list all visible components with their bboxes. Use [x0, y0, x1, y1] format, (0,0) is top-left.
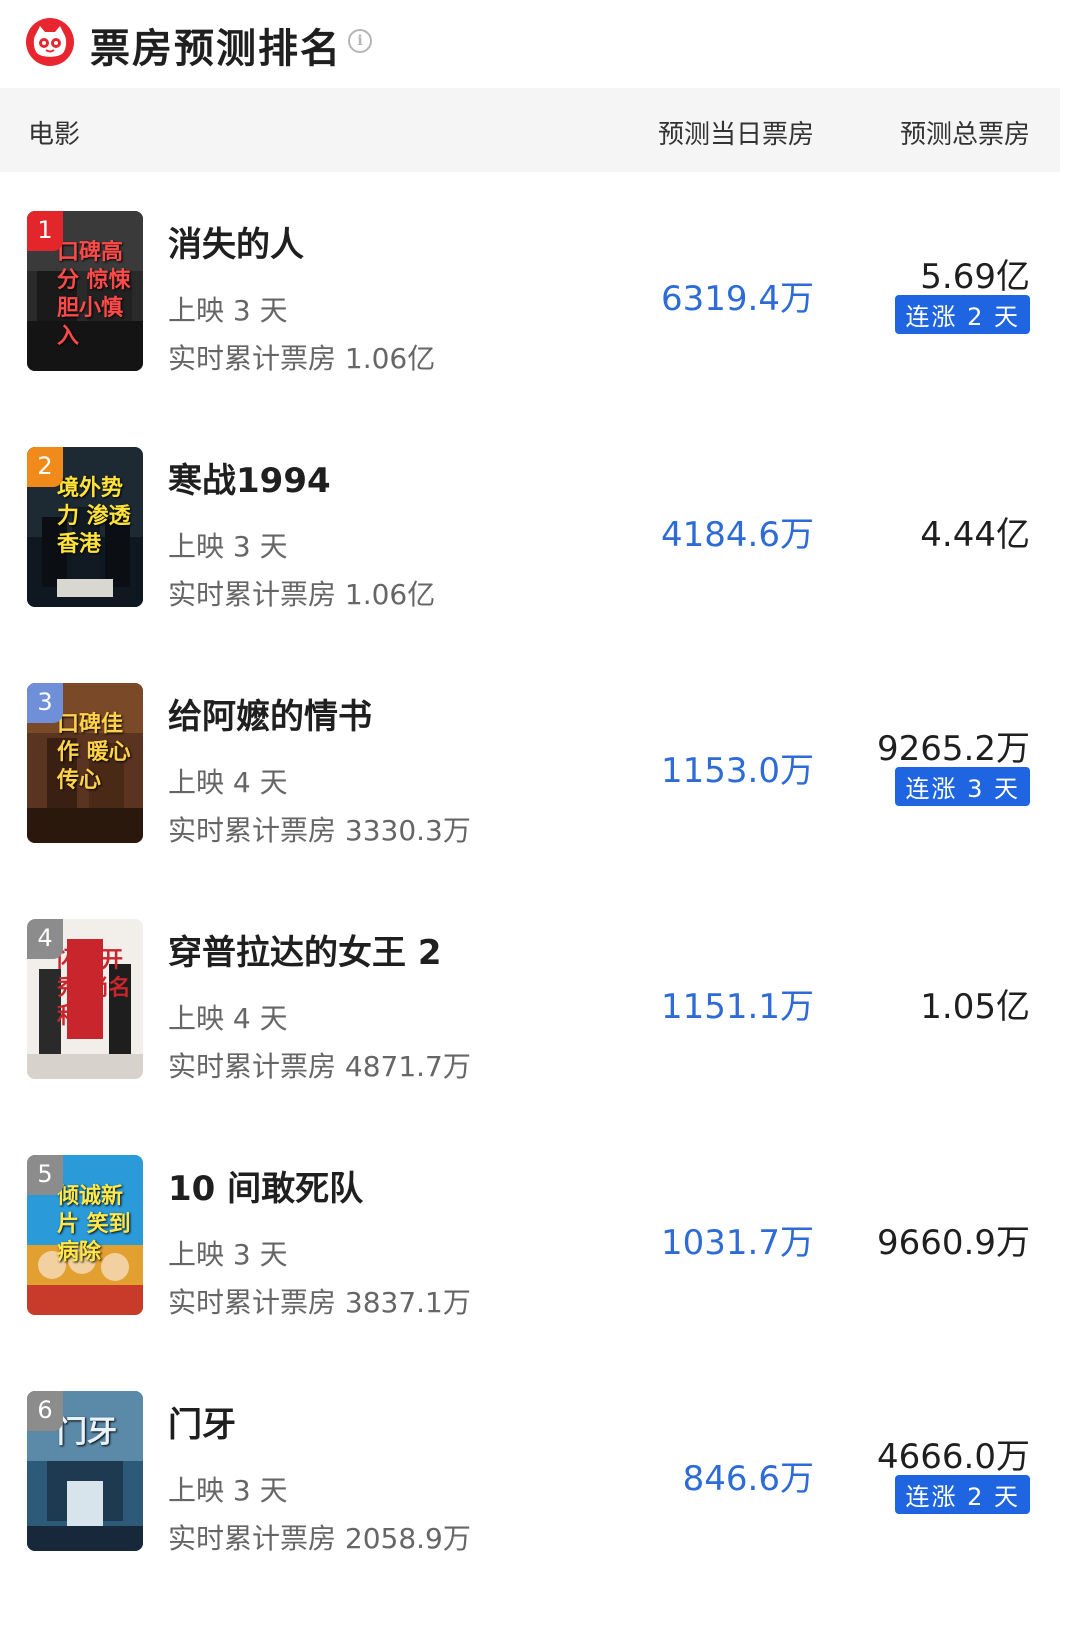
- days-in-release: 上映 3 天: [168, 1238, 288, 1271]
- rank-badge: 5: [27, 1155, 63, 1195]
- rank-badge: 3: [27, 683, 63, 723]
- daily-forecast-value: 1031.7万: [661, 1223, 814, 1263]
- poster-tagline: 倾诚新片 笑到病除: [57, 1184, 131, 1265]
- cat-logo-icon: [26, 18, 74, 66]
- movie-title[interactable]: 寒战1994: [168, 453, 331, 502]
- daily-forecast-value: 6319.4万: [661, 279, 814, 319]
- page-header: 票房预测排名 i: [0, 0, 1080, 88]
- column-header-movie: 电影: [28, 120, 81, 150]
- cumulative-box-office: 实时累计票房 3837.1万: [168, 1286, 471, 1319]
- movie-row[interactable]: 口碑高分 惊悚 胆小慎入 1 消失的人 上映 3 天 实时累计票房 1.06亿 …: [0, 211, 1060, 447]
- movie-row[interactable]: 门牙 6 门牙 上映 3 天 实时累计票房 2058.9万 846.6万 466…: [0, 1391, 1060, 1627]
- cumulative-box-office: 实时累计票房 2058.9万: [168, 1522, 471, 1555]
- days-in-release: 上映 4 天: [168, 1002, 288, 1035]
- daily-forecast-value: 1151.1万: [661, 987, 814, 1027]
- movie-row[interactable]: 倾诚新片 笑到病除 5 10 间敢死队 上映 3 天 实时累计票房 3837.1…: [0, 1155, 1060, 1391]
- daily-forecast-value: 846.6万: [682, 1459, 814, 1499]
- days-in-release: 上映 3 天: [168, 1474, 288, 1507]
- movie-poster[interactable]: 口碑佳作 暖心传心 3: [27, 683, 143, 843]
- poster-tagline: 闪耀开秀 尚名利场: [57, 948, 131, 1029]
- movie-poster[interactable]: 境外势力 渗透香港 2: [27, 447, 143, 607]
- movie-poster[interactable]: 门牙 6: [27, 1391, 143, 1551]
- daily-forecast-value: 1153.0万: [661, 751, 814, 791]
- movie-poster[interactable]: 倾诚新片 笑到病除 5: [27, 1155, 143, 1315]
- total-forecast-value: 4.44亿: [920, 515, 1030, 555]
- poster-tagline: 口碑高分 惊悚 胆小慎入: [57, 240, 131, 349]
- streak-badge: 连涨 3 天: [895, 767, 1030, 806]
- movie-title[interactable]: 消失的人: [168, 217, 304, 266]
- movie-poster[interactable]: 口碑高分 惊悚 胆小慎入 1: [27, 211, 143, 371]
- total-forecast-value: 9265.2万: [877, 729, 1030, 769]
- total-forecast-value: 5.69亿: [920, 257, 1030, 297]
- days-in-release: 上映 3 天: [168, 294, 288, 327]
- movie-row[interactable]: 闪耀开秀 尚名利场 4 穿普拉达的女王 2 上映 4 天 实时累计票房 4871…: [0, 919, 1060, 1155]
- streak-badge: 连涨 2 天: [895, 1475, 1030, 1514]
- cumulative-box-office: 实时累计票房 1.06亿: [168, 342, 436, 375]
- days-in-release: 上映 3 天: [168, 530, 288, 563]
- days-in-release: 上映 4 天: [168, 766, 288, 799]
- movie-title[interactable]: 10 间敢死队: [168, 1161, 363, 1210]
- info-icon[interactable]: i: [348, 29, 372, 53]
- rank-badge: 6: [27, 1391, 63, 1431]
- streak-badge: 连涨 2 天: [895, 295, 1030, 334]
- total-forecast-value: 4666.0万: [877, 1437, 1030, 1477]
- movie-title[interactable]: 给阿嬷的情书: [168, 689, 372, 738]
- total-forecast-value: 9660.9万: [877, 1223, 1030, 1263]
- page-title: 票房预测排名: [90, 26, 342, 72]
- rank-badge: 1: [27, 211, 63, 251]
- cumulative-box-office: 实时累计票房 3330.3万: [168, 814, 471, 847]
- movie-row[interactable]: 境外势力 渗透香港 2 寒战1994 上映 3 天 实时累计票房 1.06亿 4…: [0, 447, 1060, 683]
- rank-badge: 2: [27, 447, 63, 487]
- column-header-daily-forecast[interactable]: 预测当日票房: [658, 114, 814, 151]
- poster-tagline: 境外势力 渗透香港: [57, 476, 131, 557]
- rank-badge: 4: [27, 919, 63, 959]
- movie-title[interactable]: 穿普拉达的女王 2: [168, 925, 442, 974]
- cumulative-box-office: 实时累计票房 4871.7万: [168, 1050, 471, 1083]
- movie-poster[interactable]: 闪耀开秀 尚名利场 4: [27, 919, 143, 1079]
- movie-row[interactable]: 口碑佳作 暖心传心 3 给阿嬷的情书 上映 4 天 实时累计票房 3330.3万…: [0, 683, 1060, 919]
- poster-tagline: 口碑佳作 暖心传心: [57, 712, 131, 793]
- poster-tagline: 门牙: [57, 1415, 117, 1450]
- movie-title[interactable]: 门牙: [168, 1397, 236, 1446]
- total-forecast-value: 1.05亿: [920, 987, 1030, 1027]
- table-header: 电影 预测当日票房 预测总票房: [0, 88, 1060, 172]
- column-header-total-forecast[interactable]: 预测总票房: [900, 114, 1030, 151]
- daily-forecast-value: 4184.6万: [661, 515, 814, 555]
- cumulative-box-office: 实时累计票房 1.06亿: [168, 578, 436, 611]
